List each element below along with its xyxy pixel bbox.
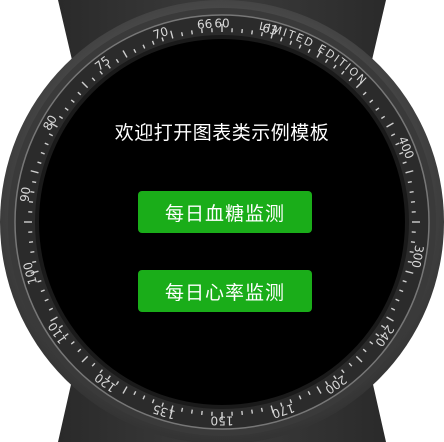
screen-content: 欢迎打开图表类示例模板 每日血糖监测 每日心率监测 (0, 0, 444, 442)
daily-heart-rate-button[interactable]: 每日心率监测 (138, 270, 312, 312)
daily-blood-sugar-button[interactable]: 每日血糖监测 (138, 191, 312, 233)
page-title: 欢迎打开图表类示例模板 (114, 122, 330, 144)
